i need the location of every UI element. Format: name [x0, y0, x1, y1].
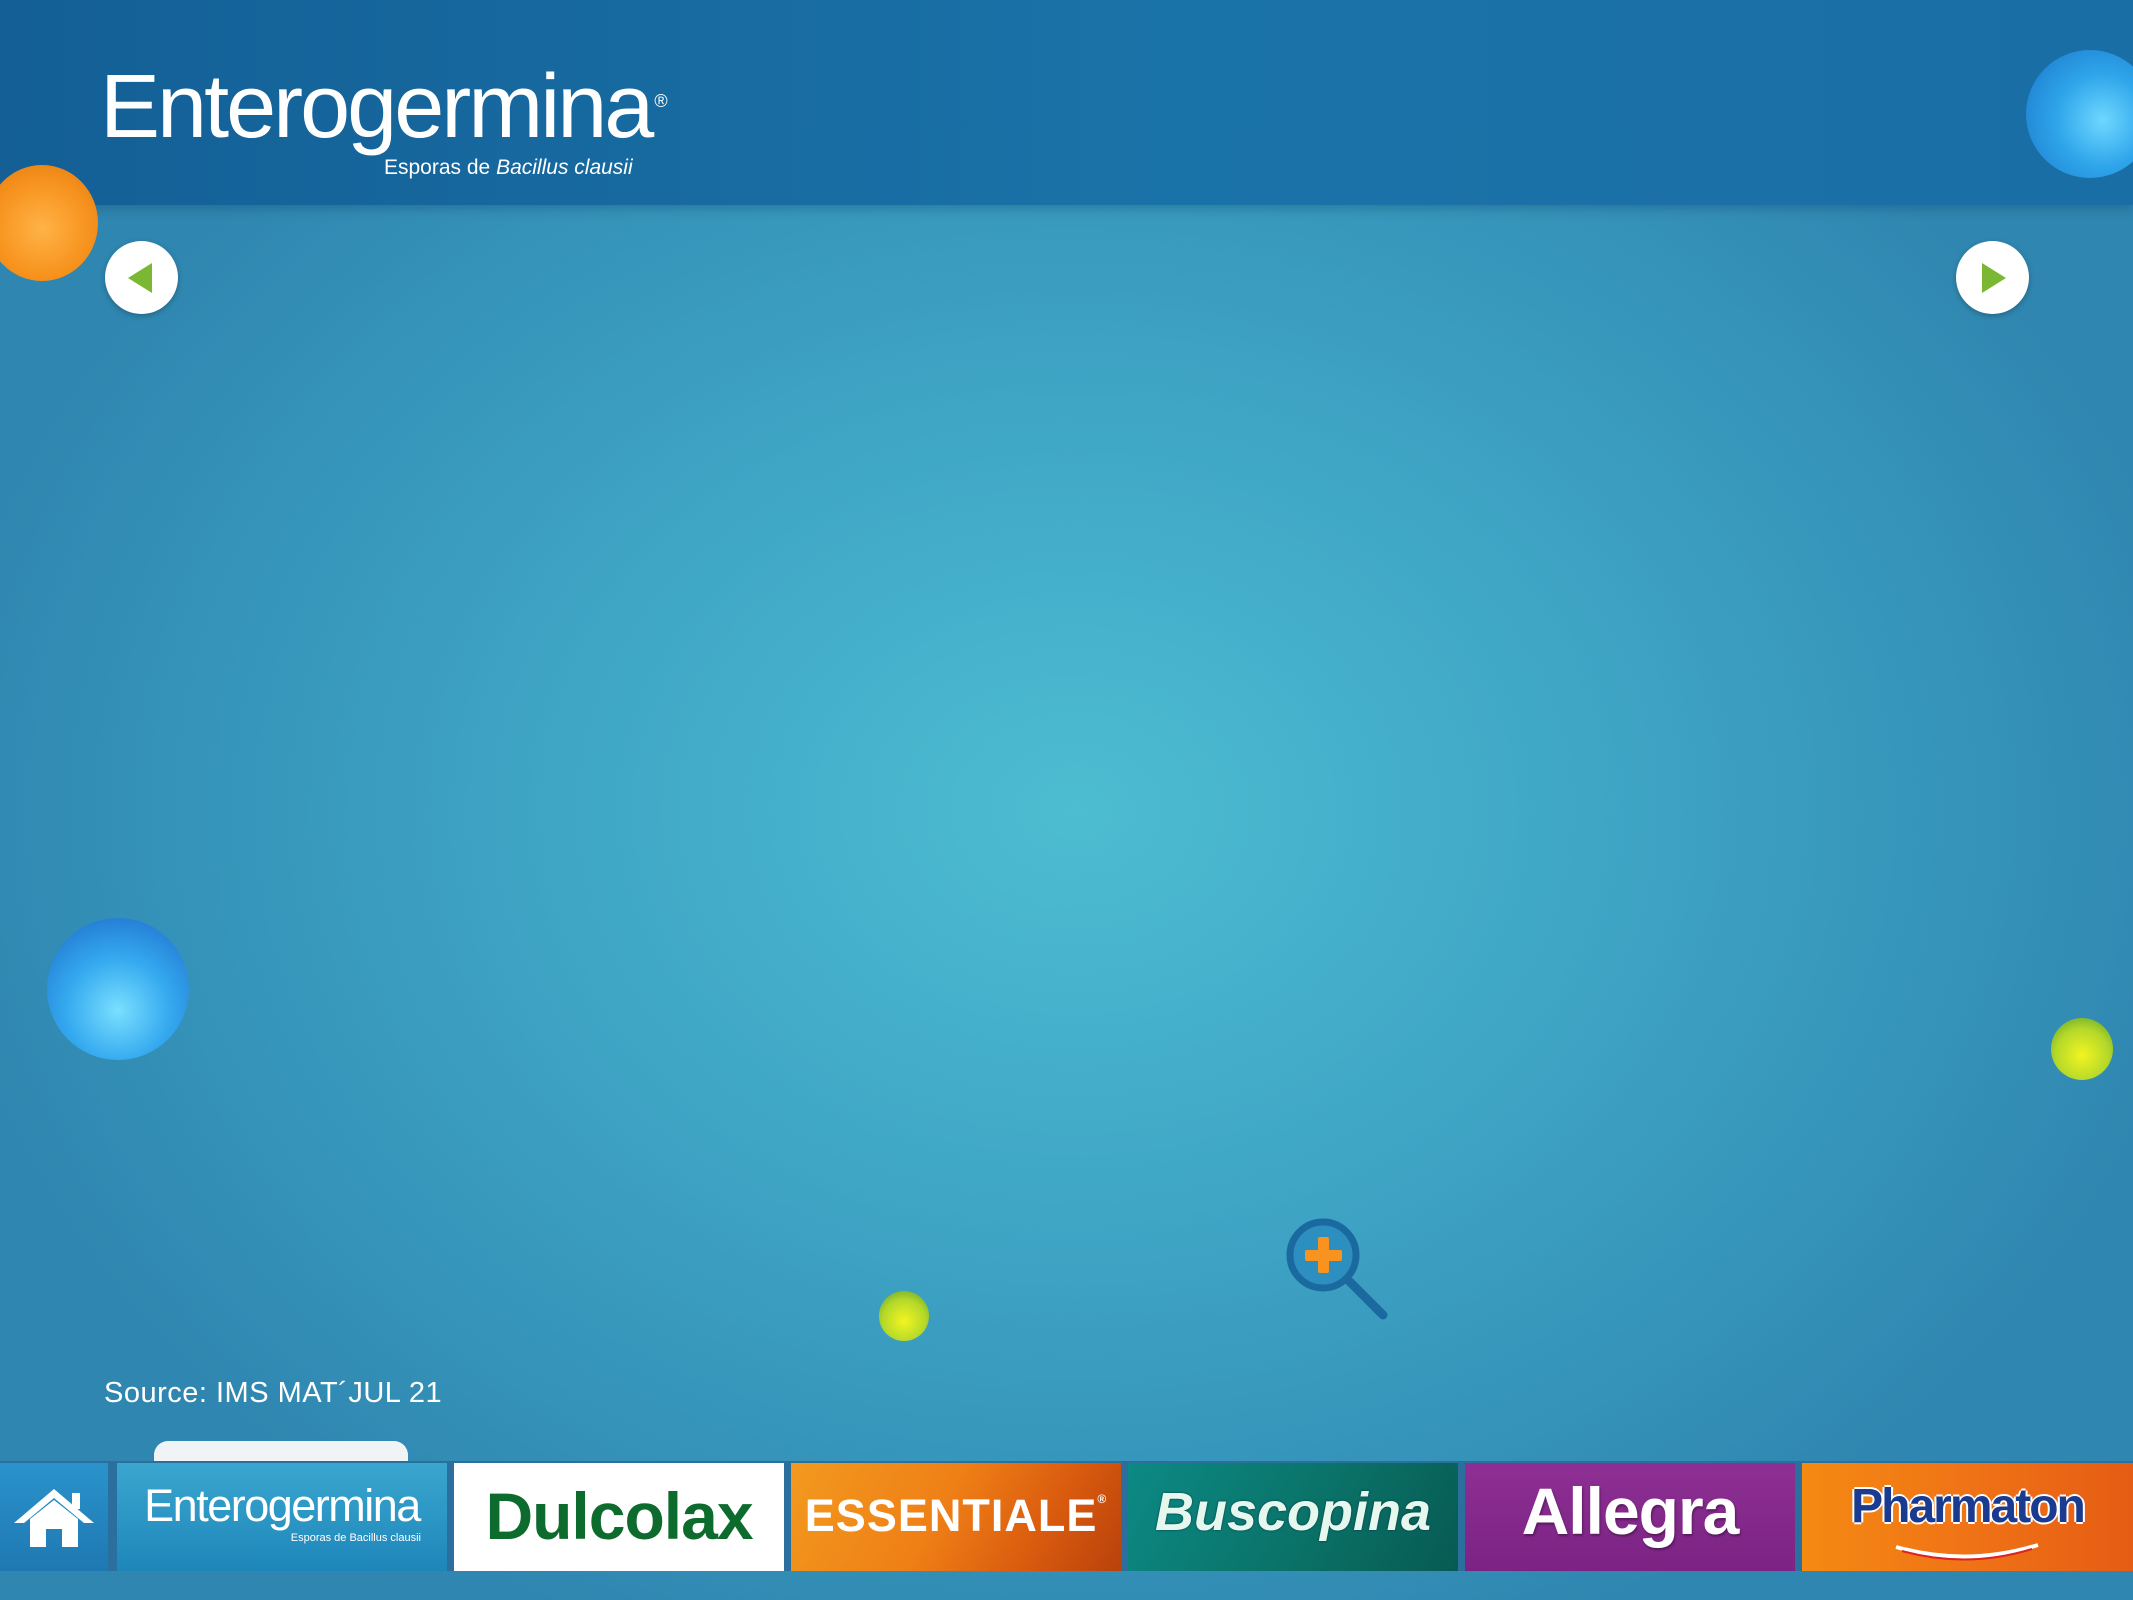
brand-allegra-label: Allegra — [1521, 1474, 1740, 1548]
brand-enterogermina-label: Enterogermina — [144, 1480, 421, 1531]
header-bar: Enterogermina ® Esporas de Bacillus claus… — [0, 0, 2133, 205]
brand-essentiale-wordmark: ESSENTIALE® — [791, 1493, 1121, 1538]
registered-mark: ® — [1097, 1492, 1108, 1506]
green-bubble-decoration — [879, 1291, 929, 1341]
logo-subtitle: Esporas de Bacillus clausii — [384, 156, 633, 180]
brand-enterogermina-sublabel: Esporas de Bacillus clausii — [290, 1532, 421, 1544]
previous-slide-button[interactable] — [105, 241, 178, 314]
brand-tab-enterogermina[interactable]: Enterogermina Esporas de Bacillus clausi… — [117, 1463, 447, 1571]
registered-mark: ® — [654, 91, 668, 111]
zoom-button[interactable] — [1285, 1216, 1390, 1321]
brand-pharmaton-label: Pharmaton — [1851, 1480, 2086, 1533]
house-icon — [14, 1489, 94, 1547]
brand-buscopina-label: Buscopina — [1154, 1482, 1432, 1542]
brand-tab-dulcolax[interactable]: Dulcolax — [454, 1463, 784, 1571]
home-button[interactable] — [0, 1463, 108, 1571]
green-bubble-decoration — [2051, 1018, 2113, 1080]
brand-tab-pharmaton[interactable]: Pharmaton — [1802, 1463, 2133, 1571]
brand-tab-essentiale[interactable]: ESSENTIALE® — [791, 1463, 1121, 1571]
logo-subtitle-species: Bacillus clausii — [496, 156, 633, 179]
brand-tab-allegra[interactable]: Allegra — [1465, 1463, 1795, 1571]
brand-logo: Enterogermina ® — [100, 62, 668, 152]
swoosh-icon — [1895, 1543, 2039, 1561]
brand-dulcolax-label: Dulcolax — [485, 1479, 753, 1553]
brand-tab-buscopina[interactable]: Buscopina — [1128, 1463, 1458, 1571]
logo-subtitle-prefix: Esporas de — [384, 156, 497, 179]
source-citation: Source: IMS MAT´JUL 21 — [104, 1377, 443, 1409]
magnifier-plus-icon — [1286, 1218, 1388, 1320]
blue-bubble-decoration — [47, 918, 189, 1060]
next-slide-button[interactable] — [1956, 241, 2029, 314]
brand-essentiale-label: ESSENTIALE — [804, 1490, 1098, 1541]
triangle-left-icon — [128, 263, 152, 293]
logo-text: Enterogermina — [100, 57, 654, 157]
triangle-right-icon — [1982, 263, 2006, 293]
